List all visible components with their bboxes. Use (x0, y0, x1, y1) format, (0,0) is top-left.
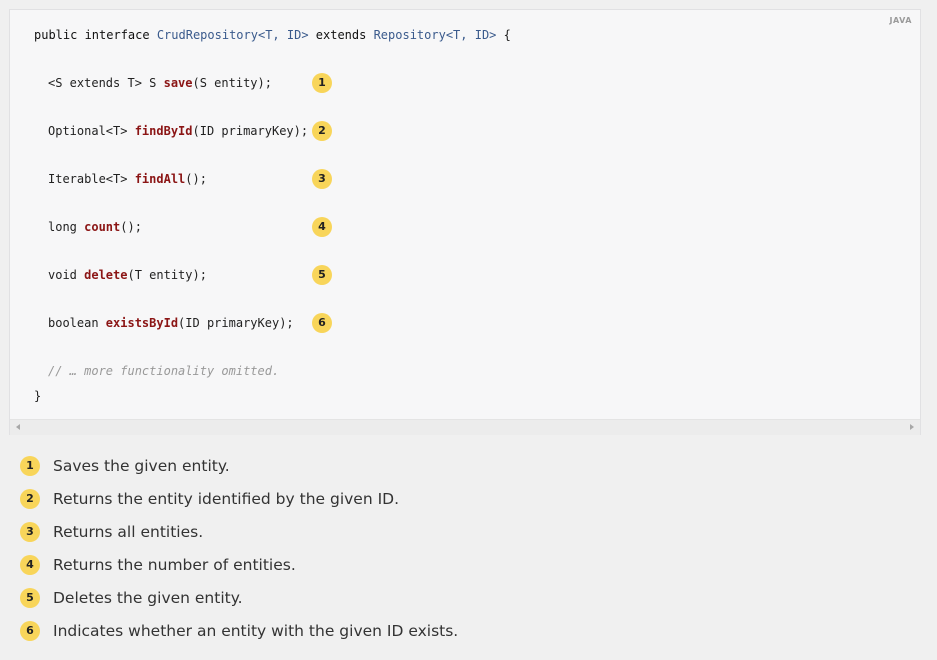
code-block: JAVA public interface CrudRepository<T, … (9, 9, 921, 435)
callout-text: Indicates whether an entity with the giv… (53, 622, 459, 640)
horizontal-scrollbar[interactable] (10, 419, 920, 435)
code-method: existsById (105, 316, 179, 330)
code-comment: // … more functionality omitted. (48, 364, 280, 378)
code-callout-badge: 5 (312, 265, 332, 285)
code-method: delete (84, 268, 128, 282)
callout-item: 4 Returns the number of entities. (20, 553, 720, 577)
callout-item: 3 Returns all entities. (20, 520, 720, 544)
code-content: public interface CrudRepository<T, ID> e… (34, 10, 511, 403)
code-text: boolean (48, 316, 106, 330)
code-text: <S extends T> S (48, 76, 164, 90)
code-line-count: long count(); (48, 218, 142, 236)
code-text: (S entity); (192, 76, 272, 90)
code-type: CrudRepository<T, ID> (156, 28, 309, 42)
callout-badge: 1 (20, 456, 40, 476)
callout-item: 2 Returns the entity identified by the g… (20, 487, 720, 511)
code-callout-badge: 2 (312, 121, 332, 141)
code-line-delete: void delete(T entity); (48, 266, 207, 284)
code-method: findAll (134, 172, 186, 186)
callout-badge: 4 (20, 555, 40, 575)
callout-item: 1 Saves the given entity. (20, 454, 720, 478)
code-method: findById (134, 124, 193, 138)
code-line-close: } (34, 389, 42, 403)
code-callout-badge: 1 (312, 73, 332, 93)
code-type: Repository<T, ID> (373, 28, 497, 42)
code-text: (); (185, 172, 207, 186)
callout-text: Returns the number of entities. (53, 556, 296, 574)
code-text: void (48, 268, 85, 282)
scroll-left-arrow-icon[interactable] (16, 424, 20, 430)
code-text: (); (120, 220, 142, 234)
code-callout-badge: 6 (312, 313, 332, 333)
code-text: (T entity); (127, 268, 207, 282)
code-method: save (163, 76, 193, 90)
code-line-save: <S extends T> S save(S entity); (48, 74, 272, 92)
code-text: Iterable<T> (48, 172, 135, 186)
code-callout-badge: 3 (312, 169, 332, 189)
callout-text: Returns the entity identified by the giv… (53, 490, 400, 508)
code-text: long (48, 220, 85, 234)
code-callout-badge: 4 (312, 217, 332, 237)
code-method: count (84, 220, 121, 234)
code-line-findbyid: Optional<T> findById(ID primaryKey); (48, 122, 308, 140)
callout-badge: 2 (20, 489, 40, 509)
callout-badge: 5 (20, 588, 40, 608)
code-keyword: extends (308, 28, 374, 42)
code-text: { (496, 28, 511, 42)
scroll-right-arrow-icon[interactable] (910, 424, 914, 430)
code-line-existsbyid: boolean existsById(ID primaryKey); (48, 314, 294, 332)
code-line-interface: public interface CrudRepository<T, ID> e… (34, 26, 511, 44)
code-text: (ID primaryKey); (192, 124, 309, 138)
code-text: (ID primaryKey); (178, 316, 294, 330)
callout-item: 6 Indicates whether an entity with the g… (20, 619, 720, 643)
code-line-findall: Iterable<T> findAll(); (48, 170, 207, 188)
callout-badge: 6 (20, 621, 40, 641)
callout-item: 5 Deletes the given entity. (20, 586, 720, 610)
code-keyword: public interface (34, 28, 157, 42)
callout-badge: 3 (20, 522, 40, 542)
callout-text: Returns all entities. (53, 523, 204, 541)
code-text: Optional<T> (48, 124, 135, 138)
callout-text: Saves the given entity. (53, 457, 230, 475)
callout-text: Deletes the given entity. (53, 589, 243, 607)
language-label: JAVA (889, 16, 912, 25)
